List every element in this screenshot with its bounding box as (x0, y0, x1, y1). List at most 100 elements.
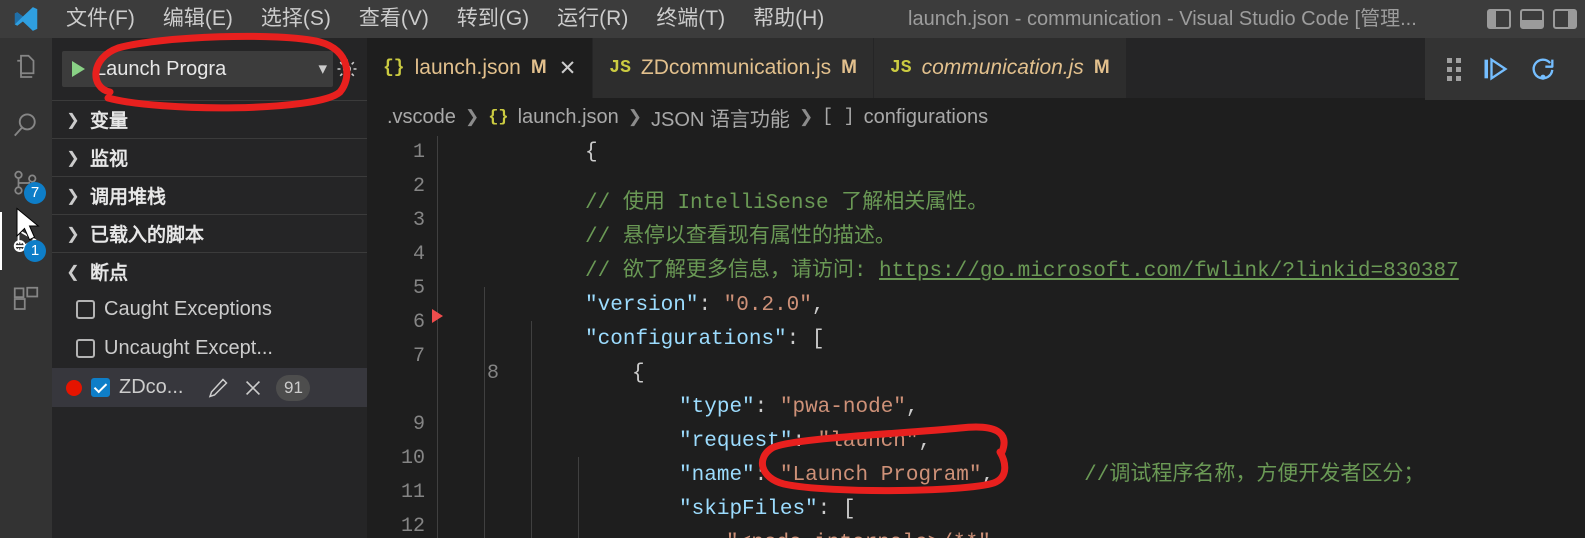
js-file-icon: JS (609, 58, 631, 78)
menu-bar: 文件(F) 编辑(E) 选择(S) 查看(V) 转到(G) 运行(R) 终端(T… (52, 0, 838, 38)
sidebar-section-label: 调用堆栈 (90, 187, 167, 208)
sidebar-section-label: 已载入的脚本 (90, 225, 205, 246)
editor-group: {} launch.json M ✕ JS ZDcommunication.js… (367, 38, 1585, 538)
array-symbol-icon: [ ] (822, 107, 855, 127)
sidebar-section-breakpoints[interactable]: ❮ 断点 (52, 252, 367, 290)
chevron-right-icon: ❯ (66, 187, 80, 205)
toggle-panel-icon[interactable] (1520, 9, 1544, 29)
breakpoint-checkbox[interactable] (91, 378, 110, 397)
breakpoint-dot-icon (66, 379, 82, 396)
pencil-icon[interactable] (206, 376, 230, 400)
menu-run[interactable]: 运行(R) (543, 0, 642, 38)
breadcrumb-item-symbol-root[interactable]: JSON 语言功能 (651, 103, 790, 132)
line-number: 9 (412, 413, 425, 436)
menu-selection[interactable]: 选择(S) (247, 0, 345, 38)
extensions-icon (13, 286, 39, 310)
debug-continue-button[interactable] (1481, 55, 1509, 83)
chevron-down-icon: ❮ (66, 263, 80, 281)
line-number: 11 (400, 481, 425, 504)
json-file-icon: {} (488, 107, 509, 127)
gear-icon (337, 59, 357, 79)
activity-item-source-control[interactable]: 7 (0, 154, 52, 212)
line-number: 4 (412, 243, 425, 266)
launch-configuration-row: Launch Progra ▾ (52, 38, 367, 100)
breakpoint-label: Uncaught Except... (104, 337, 273, 359)
breakpoint-row-caught-exceptions[interactable]: Caught Exceptions (52, 290, 367, 329)
tab-communication-js[interactable]: JS communication.js M (873, 38, 1127, 98)
vscode-logo-icon (0, 0, 52, 38)
tab-label: launch.json (414, 56, 521, 79)
drag-handle-icon[interactable] (1447, 57, 1461, 81)
tab-label: ZDcommunication.js (640, 56, 832, 79)
open-launch-settings-button[interactable] (333, 57, 361, 81)
line-text: "<node_internals>/**" (585, 532, 991, 538)
source-control-badge: 7 (24, 182, 46, 204)
window-title: launch.json - communication - Visual Stu… (908, 8, 1417, 30)
tab-dirty-indicator: M (1093, 57, 1110, 78)
breakpoint-count-badge: 91 (276, 374, 311, 401)
editor-tabs: {} launch.json M ✕ JS ZDcommunication.js… (367, 38, 1585, 98)
line-number: 5 (412, 277, 425, 300)
trailing-comment: //调试程序名称，方便开发者区分； (1084, 464, 1425, 487)
comment-link[interactable]: https://go.microsoft.com/fwlink/?linkid=… (879, 260, 1459, 283)
breakpoint-actions: 91 (206, 374, 311, 401)
activity-item-extensions[interactable] (0, 270, 52, 328)
menu-view[interactable]: 查看(V) (345, 0, 443, 38)
close-icon[interactable] (242, 377, 264, 399)
breakpoint-label: Caught Exceptions (104, 298, 272, 320)
close-icon[interactable]: ✕ (559, 56, 577, 81)
run-and-debug-sidebar: Launch Progra ▾ ❯ 变量 ❯ 监视 ❯ 调用堆栈 ❯ 已载入的脚… (52, 38, 367, 538)
line-content: "<node_internals>/**" (437, 457, 991, 538)
chevron-right-icon: ❯ (66, 111, 80, 129)
sidebar-section-variables[interactable]: ❯ 变量 (52, 100, 367, 138)
breakpoint-checkbox[interactable] (76, 339, 95, 358)
debug-toolbar (1425, 38, 1585, 100)
menu-terminal[interactable]: 终端(T) (642, 0, 739, 38)
activity-item-search[interactable] (0, 96, 52, 154)
breakpoint-checkbox[interactable] (76, 300, 95, 319)
launch-configuration-dropdown[interactable]: Launch Progra ▾ (62, 51, 333, 87)
vscode-window: 文件(F) 编辑(E) 选择(S) 查看(V) 转到(G) 运行(R) 终端(T… (0, 0, 1585, 538)
chevron-right-icon: ❯ (798, 107, 814, 126)
tab-zdcommunication-js[interactable]: JS ZDcommunication.js M (593, 38, 874, 98)
menu-help[interactable]: 帮助(H) (739, 0, 838, 38)
line-number: 1 (412, 141, 425, 164)
code-editor[interactable]: 1 { 2 // 使用 IntelliSense 了解相关属性。 3 // 悬停… (367, 136, 1585, 538)
chevron-down-icon: ▾ (318, 59, 327, 78)
restart-icon (1532, 58, 1554, 80)
line-number: 3 (412, 209, 425, 232)
toggle-primary-sidebar-icon[interactable] (1487, 9, 1511, 29)
menu-go[interactable]: 转到(G) (443, 0, 543, 38)
menu-edit[interactable]: 编辑(E) (149, 0, 247, 38)
json-file-icon: {} (383, 58, 405, 78)
sidebar-section-label: 监视 (90, 149, 129, 170)
toggle-secondary-sidebar-icon[interactable] (1553, 9, 1577, 29)
tab-label: communication.js (921, 56, 1084, 79)
search-icon (14, 113, 36, 137)
tab-dirty-indicator: M (530, 57, 547, 78)
chevron-right-icon: ❯ (66, 149, 80, 167)
breakpoint-row-uncaught-exceptions[interactable]: Uncaught Except... (52, 329, 367, 368)
line-number: 2 (412, 175, 425, 198)
explorer-icon (17, 54, 35, 78)
breadcrumb-item-symbol[interactable]: configurations (864, 106, 989, 129)
menu-file[interactable]: 文件(F) (52, 0, 149, 38)
chevron-right-icon: ❯ (66, 225, 80, 243)
run-and-debug-badge: 1 (24, 240, 46, 262)
chevron-right-icon: ❯ (627, 107, 643, 126)
sidebar-section-loaded-scripts[interactable]: ❯ 已载入的脚本 (52, 214, 367, 252)
activity-item-explorer[interactable] (0, 38, 52, 96)
tab-launch-json[interactable]: {} launch.json M ✕ (367, 38, 594, 98)
breadcrumb-item-file[interactable]: launch.json (518, 106, 619, 129)
breadcrumb-item-folder[interactable]: .vscode (387, 106, 456, 129)
breadcrumb: .vscode ❯ {} launch.json ❯ JSON 语言功能 ❯ [… (367, 98, 1585, 136)
play-icon (72, 61, 85, 77)
breakpoint-row-zdcommunication[interactable]: ZDco... 91 (52, 368, 367, 407)
launch-configuration-label: Launch Progra (95, 57, 227, 80)
layout-controls (1487, 0, 1577, 38)
line-number: 12 (400, 515, 425, 538)
debug-restart-button[interactable] (1529, 55, 1557, 83)
sidebar-section-call-stack[interactable]: ❯ 调用堆栈 (52, 176, 367, 214)
sidebar-section-watch[interactable]: ❯ 监视 (52, 138, 367, 176)
activity-item-run-and-debug[interactable]: 1 (0, 207, 52, 270)
